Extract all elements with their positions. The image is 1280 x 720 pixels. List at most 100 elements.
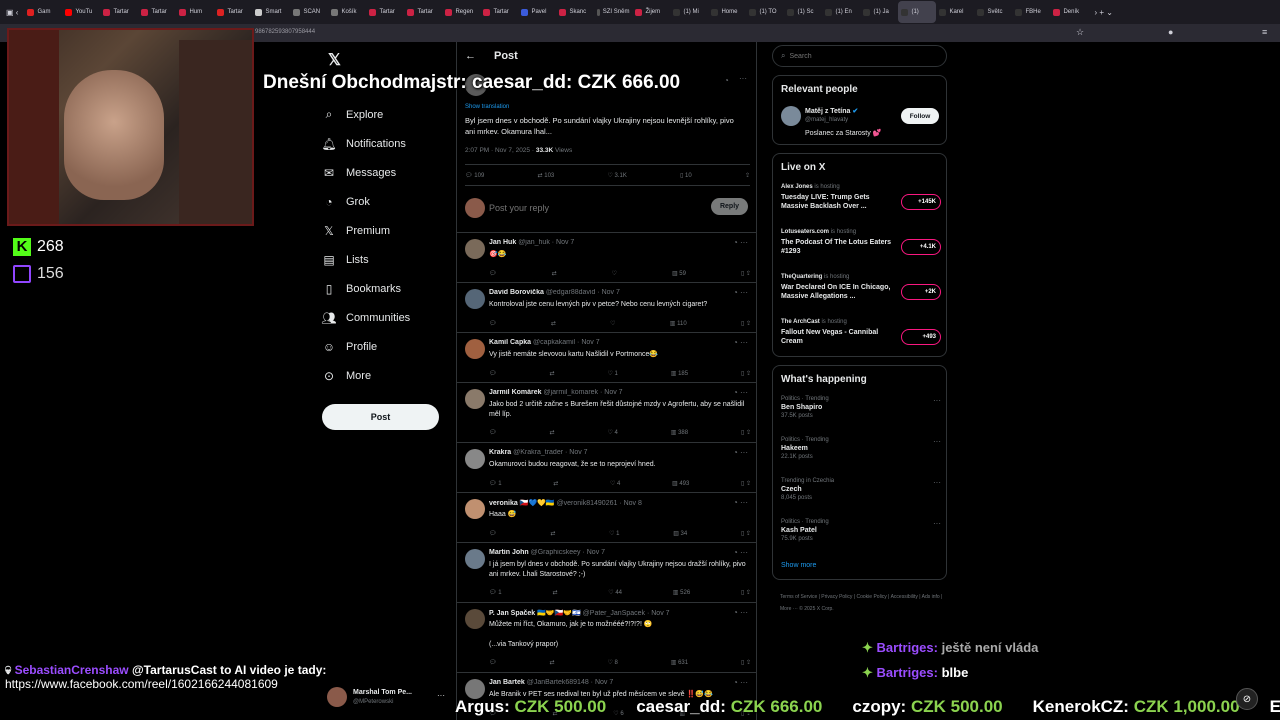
reply-author[interactable]: P. Jan Špaček 🇺🇦🤝🇨🇿🤝🇮🇱 [489,610,581,617]
bookmark-share-icons[interactable]: ▯ ⇪ [741,270,751,277]
grok-chat-icon[interactable]: ⊘ [1236,688,1258,710]
browser-tab[interactable]: Tartar [214,1,252,23]
repost-icon[interactable]: ⇄ [552,270,557,277]
browser-tab[interactable]: (1) Sc [784,1,822,23]
more-dots-icon[interactable]: ◔ ··· [733,608,748,617]
avatar[interactable] [465,239,485,259]
show-more-link[interactable]: Show more [781,562,816,569]
browser-tab[interactable]: Regen [442,1,480,23]
new-tab-button[interactable]: › + ⌄ [1088,8,1118,17]
like-icon[interactable]: ♡ 4 [607,429,617,436]
more-dots-icon[interactable]: ◔ ··· [733,388,748,397]
like-stat[interactable]: ♡ 3.1K [607,172,626,179]
bookmark-icon[interactable]: ☆ [1076,27,1084,38]
grok-icon[interactable]: ◔ [724,76,729,85]
views-icon[interactable]: ▥ 493 [672,480,689,487]
more-dots-icon[interactable]: ◔ ··· [733,498,748,507]
browser-tab[interactable]: Gam [24,1,62,23]
browser-tab[interactable]: Tartar [480,1,518,23]
like-icon[interactable]: ♡ 44 [608,589,622,596]
browser-tab[interactable]: (1) Ja [860,1,898,23]
browser-tab[interactable]: (1) TO [746,1,784,23]
repost-stat[interactable]: ⇄ 103 [538,172,555,179]
reply-icon[interactable]: 💬︎ [489,320,497,327]
person-name-row[interactable]: Matěj z Tetína ✔ [805,107,858,115]
post-button[interactable]: Post [322,404,439,430]
more-dots-icon[interactable]: ◔ ··· [733,448,748,457]
more-dots-icon[interactable]: ◔ ··· [733,238,748,247]
views-icon[interactable]: ▥ 388 [671,429,688,436]
live-space-item[interactable]: TheQuartering is hosting War Declared On … [781,274,941,301]
browser-tab[interactable]: Tartar [366,1,404,23]
browser-tab[interactable]: YouTu [62,1,100,23]
avatar[interactable] [465,389,485,409]
repost-icon[interactable]: ⇄ [550,659,555,666]
repost-icon[interactable]: ⇄ [550,429,555,436]
more-dots-icon[interactable]: ··· [933,437,941,446]
avatar[interactable] [465,449,485,469]
back-arrow-icon[interactable]: ← [465,50,476,62]
reply-icon[interactable]: 💬︎ [489,659,497,666]
browser-tab[interactable]: Tartar [404,1,442,23]
repost-icon[interactable]: ⇄ [551,320,556,327]
views-icon[interactable]: ▥ 526 [673,589,690,596]
bookmark-share-icons[interactable]: ▯ ⇪ [741,530,751,537]
account-switcher[interactable]: Marshal Tom Pe... @MPeterowski ··· [327,687,447,709]
browser-tab[interactable]: SZI Sněm [594,1,632,23]
reply-post[interactable]: veronika 🇨🇿💙💛🇺🇦 @veronik81490261 · Nov 8… [457,492,756,542]
repost-icon[interactable]: ⇄ [550,530,555,537]
trend-item[interactable]: Politics · Trending Ben Shapiro 37.5K post… [781,396,941,419]
browser-tab[interactable]: Karel [936,1,974,23]
repost-icon[interactable]: ⇄ [552,589,557,596]
follow-button[interactable]: Follow [901,108,939,124]
browser-tab[interactable]: SCAN [290,1,328,23]
show-translation-link[interactable]: Show translation [465,104,509,110]
browser-tab[interactable]: Skanc [556,1,594,23]
nav-more[interactable]: ⊙ More [322,361,452,390]
footer-links[interactable]: Terms of Service | Privacy Policy | Cook… [780,591,945,615]
views-icon[interactable]: ▥ 110 [670,320,687,327]
like-icon[interactable]: ♡ [612,270,617,277]
trend-item[interactable]: Politics · Trending Hakeem 22.1K posts ··· [781,437,941,460]
nav-messages[interactable]: ✉ Messages [322,158,452,187]
browser-tab[interactable]: Deník [1050,1,1088,23]
reply-post[interactable]: Jan Huk @jan_huk · Nov 7 ◔ ··· 🎯😂 💬︎ ⇄ ♡ ▥ … [457,232,756,282]
more-dots-icon[interactable]: ··· [933,396,941,405]
reply-post[interactable]: Kamil Čapka @capkakamil · Nov 7 ◔ ··· Vy j… [457,332,756,382]
reply-author[interactable]: Martin John [489,549,529,556]
bookmark-share-icons[interactable]: ▯ ⇪ [741,320,751,327]
browser-tab[interactable]: FBHe [1012,1,1050,23]
search-input[interactable] [789,52,930,60]
more-dots-icon[interactable]: ··· [933,519,941,528]
browser-tab[interactable]: Smart [252,1,290,23]
reply-author[interactable]: Krakra [489,449,511,456]
nav-notifications[interactable]: 🔔︎ Notifications [321,129,452,158]
avatar[interactable] [465,339,485,359]
reply-icon[interactable]: 💬︎ 1 [489,480,502,487]
nav-lists[interactable]: ▤ Lists [322,245,452,274]
bookmark-share-icons[interactable]: ▯ ⇪ [741,659,751,666]
like-icon[interactable]: ♡ 1 [609,530,619,537]
nav-explore[interactable]: ⌕ Explore [322,100,452,129]
nav-premium[interactable]: 𝕏 Premium [322,216,452,245]
avatar[interactable] [465,609,485,629]
repost-icon[interactable]: ⇄ [553,480,558,487]
views-icon[interactable]: ▥ 631 [671,659,688,666]
browser-tab[interactable]: Košík [328,1,366,23]
views-icon[interactable]: ▥ 34 [673,530,687,537]
avatar[interactable] [465,549,485,569]
live-space-item[interactable]: The ArchCast is hosting Fallout New Vegas… [781,319,941,346]
more-dots-icon[interactable]: ◔ ··· [733,678,748,687]
like-icon[interactable]: ♡ 8 [607,659,617,666]
reply-post[interactable]: Jarmil Komárek @jarmil_komarek · Nov 7 ◔ … [457,382,756,442]
browser-tab[interactable]: Světc [974,1,1012,23]
like-icon[interactable]: ♡ 1 [607,370,617,377]
more-dots-icon[interactable]: ◔ ··· [733,338,748,347]
reply-button[interactable]: Reply [711,198,748,215]
bookmark-share-icons[interactable]: ▯ ⇪ [741,480,751,487]
more-dots-icon[interactable]: ··· [933,478,941,487]
reply-author[interactable]: Jarmil Komárek [489,389,542,396]
views-icon[interactable]: ▥ 59 [672,270,686,277]
reply-icon[interactable]: 💬︎ [489,370,497,377]
reply-input[interactable] [489,200,689,216]
